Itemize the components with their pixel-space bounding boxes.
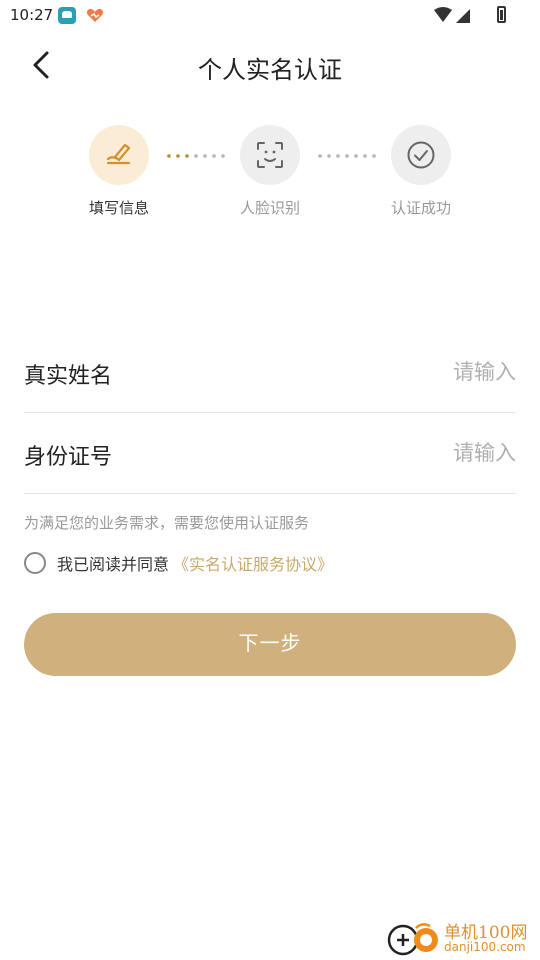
step-label: 填写信息 [88, 199, 149, 217]
header: 个人实名认证 [0, 32, 540, 98]
pen-sign-icon [106, 143, 131, 165]
agreement-text: 我已阅读并同意 [57, 555, 170, 574]
signal-icons [434, 7, 470, 23]
status-time: 10:27 [10, 6, 54, 24]
id-number-label: 身份证号 [24, 445, 113, 470]
check-circle-icon [407, 141, 435, 169]
step-connector-dots [318, 154, 376, 158]
step-circle-active [89, 125, 149, 185]
real-name-label: 真实姓名 [24, 364, 113, 389]
step-circle [391, 125, 451, 185]
step-verified: 认证成功 [371, 125, 471, 218]
id-number-row: 身份证号 [24, 413, 516, 494]
step-fill-info: 填写信息 [69, 125, 169, 218]
heart-app-icon [86, 9, 104, 22]
app-notification-icon [58, 7, 76, 24]
step-label: 人脸识别 [239, 199, 300, 217]
battery-icon [497, 6, 506, 23]
real-name-input[interactable] [256, 352, 516, 392]
page-title: 个人实名认证 [198, 56, 342, 84]
watermark-logo-icon [387, 923, 438, 956]
agreement-row: 我已阅读并同意 《实名认证服务协议》 [24, 551, 333, 575]
service-notice: 为满足您的业务需求，需要您使用认证服务 [24, 514, 310, 532]
agreement-link[interactable]: 《实名认证服务协议》 [173, 551, 333, 575]
step-connector-dots [167, 154, 225, 158]
step-circle [240, 125, 300, 185]
step-face-recognition: 人脸识别 [220, 125, 320, 218]
id-number-input[interactable] [256, 433, 516, 473]
step-label: 认证成功 [390, 199, 451, 217]
agreement-checkbox[interactable] [24, 552, 46, 574]
identity-form: 真实姓名 身份证号 [24, 332, 516, 494]
face-scan-icon [257, 142, 283, 168]
progress-steps: 填写信息 人脸识别 认证成功 [0, 125, 540, 225]
site-watermark: 单机100网 danji100.com [386, 916, 536, 960]
next-step-button[interactable]: 下一步 [24, 613, 516, 676]
real-name-row: 真实姓名 [24, 332, 516, 413]
status-bar: 10:27 [0, 0, 540, 32]
watermark-domain: danji100.com [444, 940, 526, 954]
